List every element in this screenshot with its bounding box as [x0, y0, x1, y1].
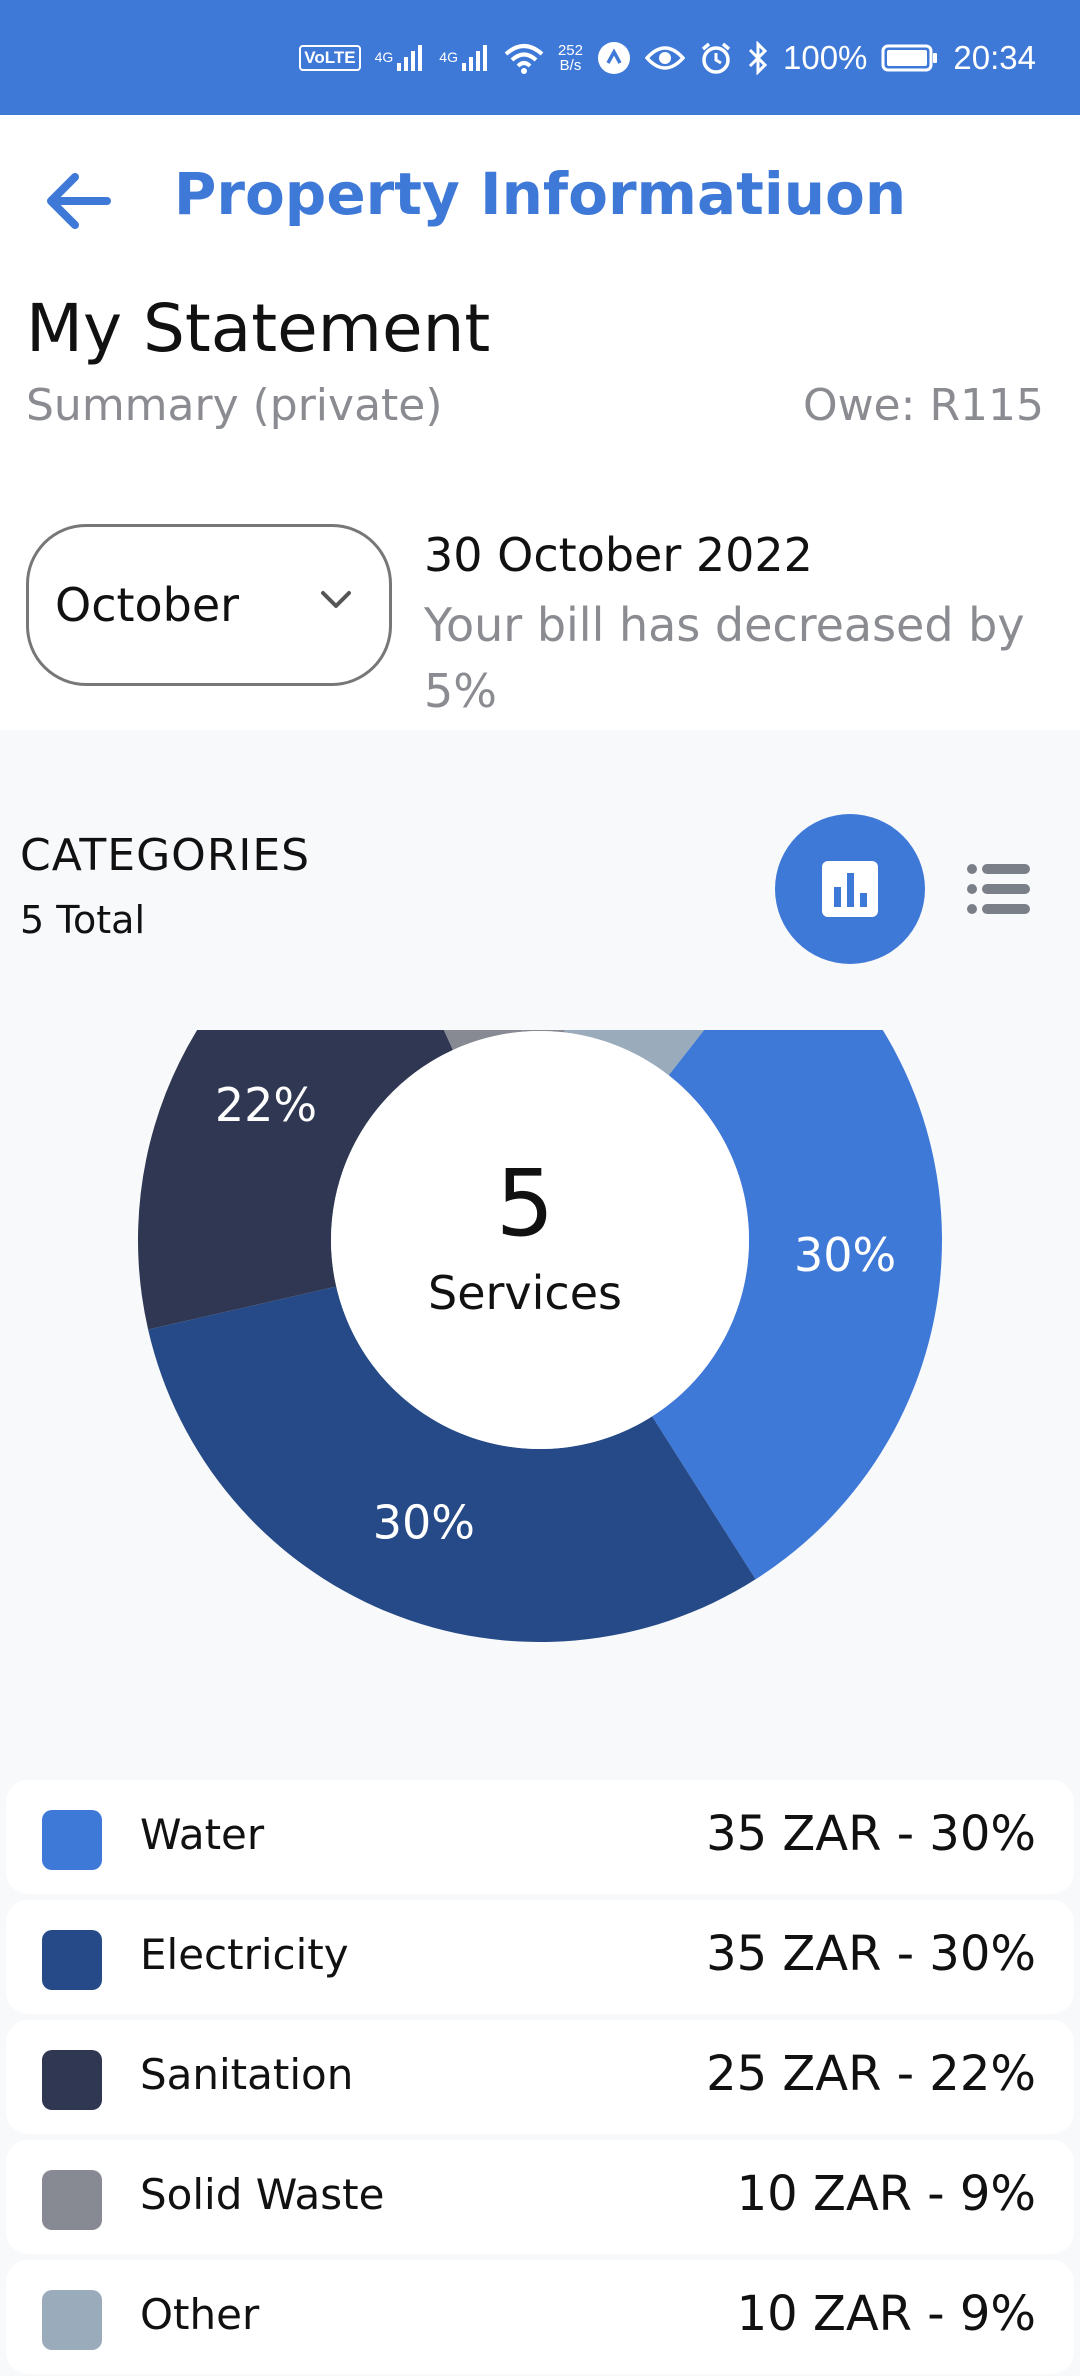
legend-name: Solid Waste [140, 2170, 385, 2219]
chevron-down-icon [321, 591, 351, 608]
legend-name: Electricity [140, 1930, 349, 1979]
services-count: 5 [495, 1150, 555, 1257]
color-swatch [42, 2170, 102, 2230]
category-legend: Water 35 ZAR - 30% Electricity 35 ZAR - … [6, 1780, 1074, 2376]
wifi-icon [504, 42, 544, 74]
donut-chart-svg: 30%30%22% [138, 1030, 942, 1642]
slice-label-electricity: 30% [373, 1496, 475, 1550]
legend-name: Other [140, 2290, 260, 2339]
signal-icon-2: 4G [439, 43, 490, 73]
list-view-button[interactable] [966, 862, 1032, 916]
owe-amount: Owe: R115 [802, 380, 1044, 431]
signal-icon: 4G [375, 43, 426, 73]
status-bar: VoLTE 4G 4G 252 B/s 100% 20:34 [0, 0, 1080, 115]
bill-date: 30 October 2022 [424, 528, 813, 582]
categories-total: 5 Total [20, 898, 146, 942]
color-swatch [42, 2050, 102, 2110]
month-dropdown[interactable]: October [26, 524, 392, 686]
legend-row-water[interactable]: Water 35 ZAR - 30% [6, 1780, 1074, 1894]
property-information-screen: VoLTE 4G 4G 252 B/s 100% 20:34 Property … [0, 0, 1080, 2376]
month-value: October [55, 578, 240, 632]
color-swatch [42, 1810, 102, 1870]
eye-icon [645, 44, 685, 72]
legend-value: 25 ZAR - 22% [706, 2046, 1036, 2102]
statement-title: My Statement [26, 290, 491, 367]
statement-header: My Statement Summary (private) Owe: R115… [0, 280, 1080, 730]
slice-label-sanitation: 22% [215, 1078, 317, 1132]
color-swatch [42, 1930, 102, 1990]
alarm-icon [699, 41, 733, 75]
app-notification-icon [597, 41, 631, 75]
legend-row-solid-waste[interactable]: Solid Waste 10 ZAR - 9% [6, 2140, 1074, 2254]
legend-value: 10 ZAR - 9% [736, 2166, 1036, 2222]
services-label: Services [428, 1266, 622, 1320]
bluetooth-icon [747, 40, 769, 75]
legend-value: 35 ZAR - 30% [706, 1926, 1036, 1982]
page-title: Property Informatiuon [173, 160, 907, 228]
donut-chart: 30% 30% 22% 5 Services [0, 1030, 1080, 1680]
summary-label: Summary (private) [26, 380, 443, 431]
legend-row-other[interactable]: Other 10 ZAR - 9% [6, 2260, 1074, 2374]
app-bar: Property Informatiuon [0, 115, 1080, 280]
battery-icon [881, 43, 939, 73]
legend-name: Sanitation [140, 2050, 354, 2099]
battery-percent: 100% [783, 38, 868, 76]
network-speed: 252 B/s [557, 41, 583, 74]
legend-name: Water [140, 1810, 265, 1859]
legend-value: 35 ZAR - 30% [706, 1806, 1036, 1862]
color-swatch [42, 2290, 102, 2350]
list-icon [967, 864, 1030, 914]
clock: 20:34 [953, 38, 1036, 76]
volte-badge: VoLTE [299, 44, 361, 71]
legend-value: 10 ZAR - 9% [736, 2286, 1036, 2342]
chart-view-button[interactable] [775, 814, 925, 964]
bar-chart-icon [822, 861, 878, 917]
bill-change-message: Your bill has decreased by 5% [424, 598, 1025, 718]
legend-row-electricity[interactable]: Electricity 35 ZAR - 30% [6, 1900, 1074, 2014]
legend-row-sanitation[interactable]: Sanitation 25 ZAR - 22% [6, 2020, 1074, 2134]
categories-title: CATEGORIES [20, 830, 311, 881]
